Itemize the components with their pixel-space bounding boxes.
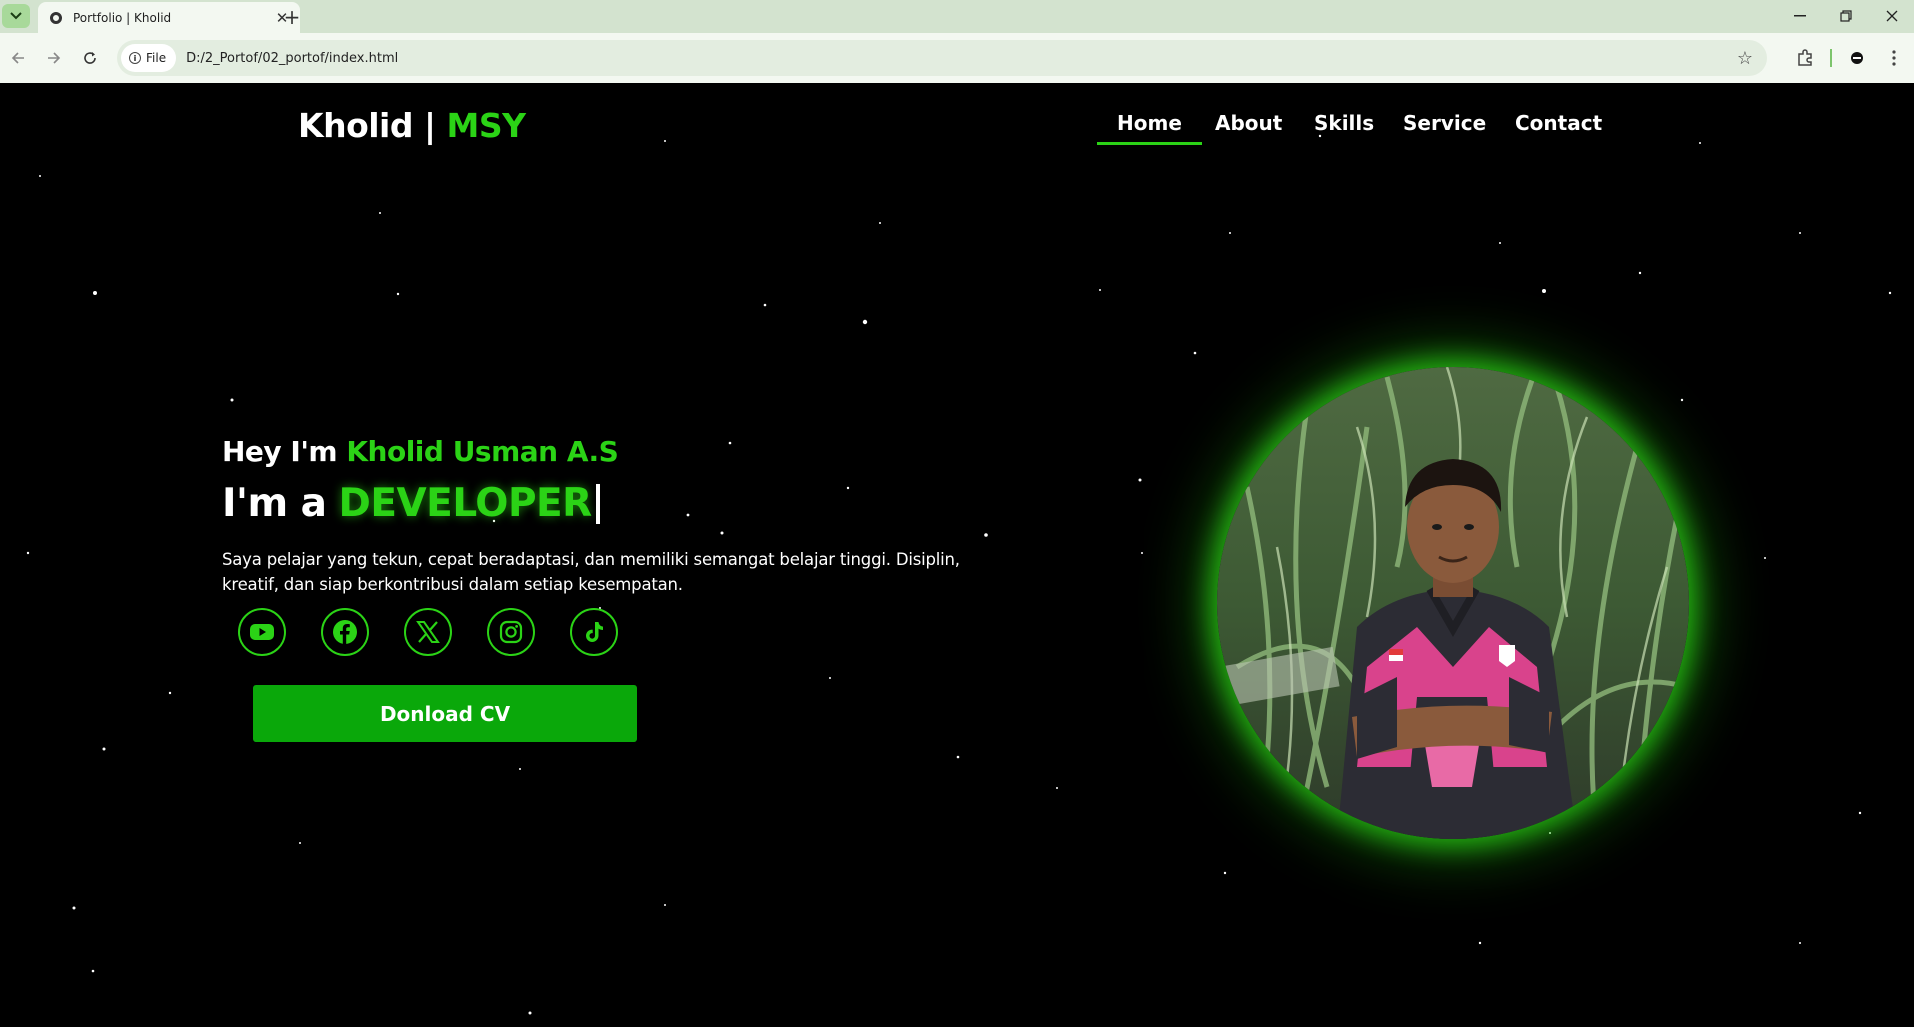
nav-skills[interactable]: Skills: [1314, 109, 1374, 137]
site-info-chip[interactable]: i File: [121, 44, 177, 72]
hero-description: Saya pelajar yang tekun, cepat beradapta…: [222, 550, 960, 594]
nav-about[interactable]: About: [1215, 109, 1282, 137]
toolbar-divider: [1830, 49, 1832, 67]
arrow-right-icon: [48, 52, 61, 64]
puzzle-icon: [1798, 49, 1812, 66]
profile-photo-image: [1217, 367, 1689, 839]
page-favicon-icon: [50, 11, 62, 24]
minimize-button[interactable]: [1777, 3, 1823, 29]
nav-service[interactable]: Service: [1403, 109, 1486, 137]
greeting-text: Hey I'm: [222, 435, 347, 468]
browser-tab-active[interactable]: Portfolio | Kholid ✕: [38, 2, 300, 33]
profile-button[interactable]: [1845, 46, 1869, 70]
profile-photo: [1217, 367, 1689, 839]
hero-name: Kholid Usman A.S: [346, 435, 619, 468]
minimize-icon: [1794, 15, 1806, 17]
x-twitter-icon: [416, 621, 440, 643]
typed-role: DEVELOPER: [338, 481, 592, 526]
back-button[interactable]: [6, 46, 30, 70]
arrow-left-icon: [11, 52, 24, 64]
browser-menu-button[interactable]: [1882, 46, 1906, 70]
hero-role-line: I'm a DEVELOPER: [222, 481, 600, 526]
close-window-button[interactable]: [1869, 3, 1914, 29]
main-nav: Home About Skills Service Contact: [0, 109, 1914, 149]
restore-button[interactable]: [1823, 3, 1869, 29]
social-links: [238, 608, 618, 656]
facebook-link[interactable]: [321, 608, 369, 656]
tiktok-link[interactable]: [570, 608, 618, 656]
youtube-icon: [250, 624, 274, 640]
youtube-link[interactable]: [238, 608, 286, 656]
info-icon: i: [129, 52, 141, 64]
download-cv-button[interactable]: Donload CV: [253, 685, 637, 742]
extensions-button[interactable]: [1793, 46, 1817, 70]
nav-contact[interactable]: Contact: [1515, 109, 1602, 137]
reload-button[interactable]: [78, 46, 102, 70]
reload-icon: [84, 52, 96, 64]
restore-icon: [1840, 10, 1852, 22]
chevron-down-icon: [10, 12, 22, 20]
instagram-icon: [499, 620, 523, 644]
browser-tabstrip: Portfolio | Kholid ✕ +: [0, 0, 1914, 33]
role-prefix: I'm a: [222, 481, 327, 526]
profile-icon: [1851, 52, 1863, 64]
hero-greeting: Hey I'm Kholid Usman A.S: [222, 435, 619, 468]
site-chip-label: File: [146, 51, 167, 65]
x-twitter-link[interactable]: [404, 608, 452, 656]
nav-home[interactable]: Home: [1097, 109, 1202, 145]
portfolio-page: Kholid | MSY Home About Skills Service C…: [0, 83, 1914, 1027]
kebab-menu-icon: [1892, 50, 1896, 66]
close-icon: [1886, 10, 1898, 22]
tab-title: Portfolio | Kholid: [73, 10, 172, 25]
bookmark-star-icon[interactable]: ☆: [1737, 48, 1753, 69]
facebook-icon: [333, 620, 357, 644]
tab-search-button[interactable]: [2, 4, 30, 28]
forward-button[interactable]: [42, 46, 66, 70]
url-text[interactable]: D:/2_Portof/02_portof/index.html: [186, 51, 398, 66]
tiktok-icon: [586, 622, 603, 642]
new-tab-button[interactable]: +: [280, 5, 304, 29]
browser-toolbar: i File D:/2_Portof/02_portof/index.html …: [0, 33, 1914, 83]
instagram-link[interactable]: [487, 608, 535, 656]
address-bar[interactable]: i File D:/2_Portof/02_portof/index.html …: [117, 40, 1767, 76]
typing-caret: [595, 483, 600, 524]
